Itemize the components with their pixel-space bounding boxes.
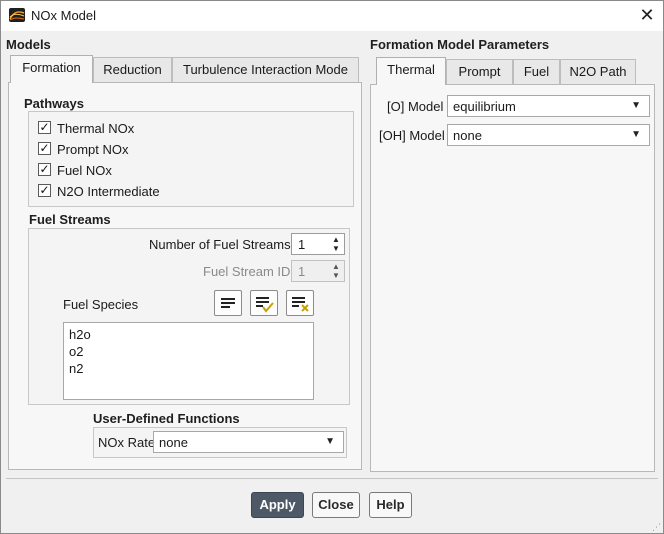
tab-formation[interactable]: Formation xyxy=(10,55,93,83)
o-model-value: equilibrium xyxy=(453,99,516,114)
window-title: NOx Model xyxy=(31,8,97,23)
list-all-icon[interactable] xyxy=(214,290,242,316)
list-item[interactable]: n2 xyxy=(69,361,83,376)
oh-model-label: [OH] Model xyxy=(379,128,445,143)
title-bar xyxy=(1,1,663,31)
tab-prompt[interactable]: Prompt xyxy=(446,59,513,85)
oh-model-dropdown[interactable]: none ▼ xyxy=(447,124,650,146)
prompt-nox-checkbox[interactable]: ✓ xyxy=(38,142,51,155)
tab-n2o-path[interactable]: N2O Path xyxy=(560,59,636,85)
apply-button[interactable]: Apply xyxy=(251,492,304,518)
fuel-nox-label: Fuel NOx xyxy=(57,163,112,178)
nox-rate-dropdown[interactable]: none ▼ xyxy=(153,431,344,453)
help-button[interactable]: Help xyxy=(369,492,412,518)
close-button[interactable]: Close xyxy=(312,492,360,518)
chevron-down-icon: ▼ xyxy=(631,100,641,111)
tab-thermal[interactable]: Thermal xyxy=(376,57,446,85)
nox-rate-label: NOx Rate xyxy=(98,435,156,450)
list-item[interactable]: h2o xyxy=(69,327,91,342)
spin-up-icon: ▲ xyxy=(332,262,340,271)
list-item[interactable]: o2 xyxy=(69,344,83,359)
fuel-streams-heading: Fuel Streams xyxy=(29,212,111,227)
nox-rate-value: none xyxy=(159,435,188,450)
spin-down-icon[interactable]: ▼ xyxy=(330,244,342,253)
tab-reduction[interactable]: Reduction xyxy=(93,57,172,83)
fuel-stream-id-spinner: 1 ▲ ▼ xyxy=(291,260,345,282)
spin-up-icon[interactable]: ▲ xyxy=(330,235,342,244)
fuel-nox-checkbox[interactable]: ✓ xyxy=(38,163,51,176)
thermal-nox-label: Thermal NOx xyxy=(57,121,135,136)
models-heading: Models xyxy=(6,37,51,52)
o-model-dropdown[interactable]: equilibrium ▼ xyxy=(447,95,650,117)
number-of-fuel-streams-spinner[interactable]: 1 ▲ ▼ xyxy=(291,233,345,255)
spin-down-icon: ▼ xyxy=(332,271,340,280)
resize-grip-icon[interactable]: ⋰ xyxy=(652,522,662,532)
divider xyxy=(6,478,658,479)
fuel-stream-id-label: Fuel Stream ID xyxy=(203,264,291,279)
select-all-icon[interactable] xyxy=(250,290,278,316)
prompt-nox-label: Prompt NOx xyxy=(57,142,129,157)
chevron-down-icon: ▼ xyxy=(631,129,641,140)
fluent-app-icon xyxy=(9,8,25,22)
thermal-nox-checkbox[interactable]: ✓ xyxy=(38,121,51,134)
fuel-species-label: Fuel Species xyxy=(63,297,139,312)
n2o-intermediate-label: N2O Intermediate xyxy=(57,184,160,199)
fuel-stream-id-value: 1 xyxy=(298,264,306,279)
close-icon[interactable]: ✕ xyxy=(634,4,660,26)
formation-params-heading: Formation Model Parameters xyxy=(370,37,550,52)
deselect-all-icon[interactable] xyxy=(286,290,314,316)
udf-heading: User-Defined Functions xyxy=(93,411,240,426)
pathways-heading: Pathways xyxy=(24,96,84,111)
o-model-label: [O] Model xyxy=(387,99,444,114)
number-of-fuel-streams-label: Number of Fuel Streams xyxy=(149,237,291,252)
chevron-down-icon: ▼ xyxy=(325,436,335,447)
fuel-species-listbox[interactable]: h2o o2 n2 xyxy=(63,322,314,400)
tab-turbulence-interaction-mode[interactable]: Turbulence Interaction Mode xyxy=(172,57,359,83)
number-of-fuel-streams-value: 1 xyxy=(298,237,306,252)
oh-model-value: none xyxy=(453,128,482,143)
n2o-intermediate-checkbox[interactable]: ✓ xyxy=(38,184,51,197)
tab-fuel[interactable]: Fuel xyxy=(513,59,560,85)
